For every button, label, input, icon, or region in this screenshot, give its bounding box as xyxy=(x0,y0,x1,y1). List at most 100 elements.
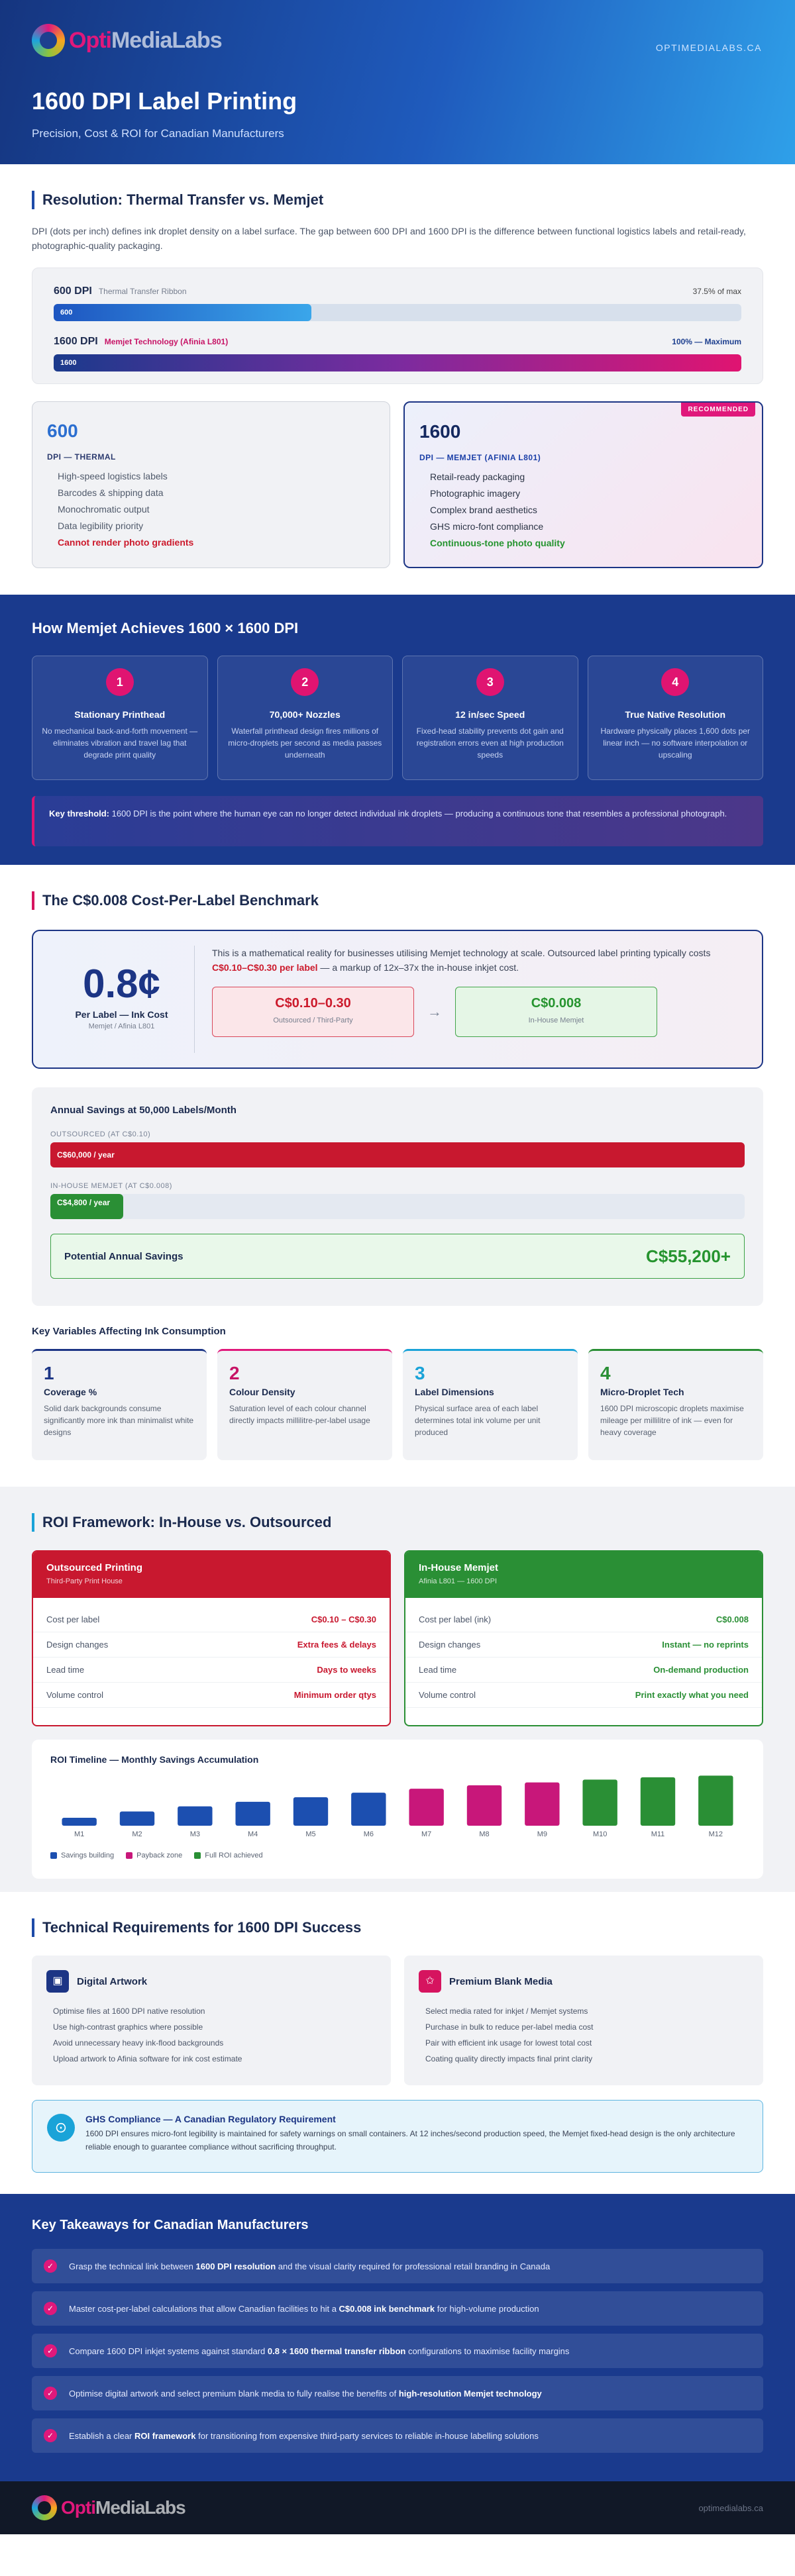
tick-label: M4 xyxy=(248,1830,258,1838)
step-number: 4 xyxy=(661,668,690,696)
bar-1600-fill: 1600 xyxy=(54,354,741,372)
table-row: Cost per label C$0.10 – C$0.30 xyxy=(33,1607,390,1632)
footer-url-link[interactable]: optimedialabs.ca xyxy=(698,2503,763,2513)
variable-desc: 1600 DPI microscopic droplets maximise m… xyxy=(600,1404,744,1437)
bar-600-label: 600 DPI xyxy=(54,285,92,297)
threshold-callout: Key threshold: 1600 DPI is the point whe… xyxy=(32,796,763,846)
chart-bar xyxy=(62,1817,97,1826)
row-value: Days to weeks xyxy=(317,1665,376,1675)
takeaway-item: ✓ Grasp the technical link between 1600 D… xyxy=(32,2249,763,2283)
list-item: Upload artwork to Afinia software for in… xyxy=(53,2054,242,2063)
list-item: Barcodes & shipping data xyxy=(58,487,164,498)
inhouse-price-label: In-House Memjet xyxy=(528,1016,584,1024)
check-icon: ✓ xyxy=(44,2259,57,2273)
list-item-limitation: Cannot render photo gradients xyxy=(58,537,194,548)
premium-media-card: ✩ Premium Blank Media Select media rated … xyxy=(404,1956,763,2085)
memjet-heading: How Memjet Achieves 1600 × 1600 DPI xyxy=(32,620,299,636)
logo-mark-icon xyxy=(32,2495,57,2520)
resolution-section: Resolution: Thermal Transfer vs. Memjet … xyxy=(0,164,795,595)
step-card: 4 True Native Resolution Hardware physical… xyxy=(587,656,763,780)
roi-section: ROI Framework: In-House vs. Outsourced O… xyxy=(0,1487,795,1892)
row-value: C$0.10 – C$0.30 xyxy=(311,1614,376,1624)
outsourced-card-header: Outsourced Printing Third-Party Print Hou… xyxy=(33,1552,390,1598)
takeaway-text: Optimise digital artwork and select prem… xyxy=(69,2389,542,2399)
takeaway-text-c: for high-volume production xyxy=(435,2303,539,2314)
list-item: Optimise files at 1600 DPI native resolu… xyxy=(53,2006,205,2016)
row-label: Volume control xyxy=(46,1690,103,1700)
tick-label: M3 xyxy=(190,1830,200,1838)
step-title: Stationary Printhead xyxy=(74,709,166,720)
tick-label: M10 xyxy=(593,1830,607,1838)
benchmark-text-a: This is a mathematical reality for busin… xyxy=(212,948,711,958)
variable-number: 1 xyxy=(44,1363,54,1383)
footer-logo[interactable]: OptiMediaLabs xyxy=(32,2495,186,2520)
threshold-text: 1600 DPI is the point where the human ey… xyxy=(111,809,727,818)
card-600-thermal: 600 DPI — THERMAL High-speed logistics l… xyxy=(32,401,390,568)
tick-label: M2 xyxy=(132,1830,142,1838)
row-label: Design changes xyxy=(419,1640,481,1650)
takeaway-text-a: Grasp the technical link between xyxy=(69,2261,196,2271)
tick-label: M5 xyxy=(305,1830,315,1838)
chart-bar xyxy=(351,1793,386,1826)
artwork-icon: ▣ xyxy=(46,1970,69,1993)
list-item: Data legibility priority xyxy=(58,520,144,531)
inhouse-card-header: In-House Memjet Afinia L801 — 1600 DPI xyxy=(405,1552,762,1598)
outsourced-card-sub: Third-Party Print House xyxy=(46,1577,123,1585)
chart-bar xyxy=(409,1789,444,1826)
logo-text-a: Opti xyxy=(69,27,112,53)
memjet-steps: 1 Stationary Printhead No mechanical back-… xyxy=(32,656,763,780)
logo[interactable]: OptiMediaLabs xyxy=(32,24,763,57)
benchmark-sub: Memjet / Afinia L801 xyxy=(88,1022,155,1030)
tick-label: M6 xyxy=(364,1830,374,1838)
variables-heading: Key Variables Affecting Ink Consumption xyxy=(32,1326,226,1337)
row-value: Instant — no reprints xyxy=(662,1640,749,1650)
list-item: Use high-contrast graphics where possibl… xyxy=(53,2022,203,2032)
logo-text: OptiMediaLabs xyxy=(61,2497,186,2518)
row-value: Print exactly what you need xyxy=(635,1690,749,1700)
step-desc: Fixed-head stability prevents dot gain a… xyxy=(416,726,564,760)
tick-label: M7 xyxy=(421,1830,431,1838)
bar-600-right: 37.5% of max xyxy=(692,287,741,296)
list-item: Purchase in bulk to reduce per-label med… xyxy=(425,2022,594,2032)
chart-bar xyxy=(119,1811,155,1826)
takeaways-section: Key Takeaways for Canadian Manufacturers… xyxy=(0,2194,795,2481)
step-desc: Waterfall printhead design fires million… xyxy=(228,726,382,760)
legend-label: Payback zone xyxy=(136,1852,183,1859)
bar-1600-right: 100% — Maximum xyxy=(672,337,741,346)
table-row: Lead time Days to weeks xyxy=(33,1658,390,1683)
variable-title: Colour Density xyxy=(229,1387,295,1397)
takeaway-text: Establish a clear ROI framework for tran… xyxy=(69,2431,539,2441)
artwork-title: Digital Artwork xyxy=(77,1975,148,1987)
artwork-list: Optimise files at 1600 DPI native resolu… xyxy=(46,2003,376,2067)
tick-label: M1 xyxy=(74,1830,84,1838)
bar-1600-track: 1600 xyxy=(54,354,741,372)
list-item: Avoid unnecessary heavy ink-flood backgr… xyxy=(53,2038,224,2048)
takeaway-text-c: configurations to maximise facility marg… xyxy=(405,2346,570,2356)
bar-600-sub: Thermal Transfer Ribbon xyxy=(98,287,187,296)
legend-item-payback: Payback zone xyxy=(126,1852,182,1859)
digital-artwork-card: ▣ Digital Artwork Optimise files at 1600 … xyxy=(32,1956,391,2085)
variable-number: 2 xyxy=(229,1363,240,1383)
tick-label: M12 xyxy=(709,1830,723,1838)
outsourced-rows: Cost per label C$0.10 – C$0.30 Design cha… xyxy=(33,1598,390,1708)
potential-savings-value: C$55,200+ xyxy=(646,1246,731,1266)
chart-title: ROI Timeline — Monthly Savings Accumulat… xyxy=(50,1754,259,1765)
ghs-desc: 1600 DPI ensures micro-font legibility i… xyxy=(85,2129,735,2152)
step-card: 2 70,000+ Nozzles Waterfall printhead desi… xyxy=(217,656,393,780)
outsourced-price-box: C$0.10–0.30 Outsourced / Third-Party xyxy=(212,987,414,1037)
media-list: Select media rated for inkjet / Memjet s… xyxy=(419,2003,749,2067)
takeaway-item: ✓ Optimise digital artwork and select pre… xyxy=(32,2376,763,2410)
table-row: Design changes Extra fees & delays xyxy=(33,1632,390,1658)
info-icon: ⊙ xyxy=(47,2114,75,2142)
row-label: Lead time xyxy=(419,1665,457,1675)
threshold-label: Key threshold: xyxy=(49,809,110,818)
outsourced-bar: C$60,000 / year xyxy=(50,1142,745,1167)
list-item: High-speed logistics labels xyxy=(58,471,168,481)
ghs-compliance-callout: ⊙ GHS Compliance — A Canadian Regulatory… xyxy=(32,2100,763,2173)
site-url-link[interactable]: OPTIMEDIALABS.CA xyxy=(656,42,762,53)
step-number: 2 xyxy=(291,668,319,696)
annual-savings-card: Annual Savings at 50,000 Labels/Month OU… xyxy=(32,1087,763,1306)
takeaway-text-a: Compare 1600 DPI inkjet systems against … xyxy=(69,2346,268,2356)
variable-title: Coverage % xyxy=(44,1387,97,1397)
page-title: 1600 DPI Label Printing xyxy=(32,87,297,115)
